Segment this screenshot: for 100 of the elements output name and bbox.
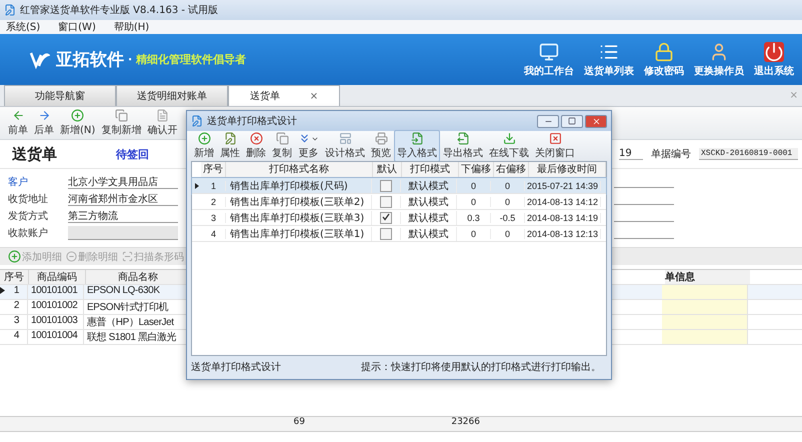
separator-dot: · <box>128 53 132 66</box>
banner-button[interactable]: 更换操作员 <box>692 42 746 78</box>
banner-button[interactable]: 退出系统 <box>752 42 796 78</box>
copy-icon <box>114 109 128 122</box>
toolbar-button[interactable]: 后单 <box>32 109 56 137</box>
plus-icon <box>8 250 21 263</box>
column-header: 商品编码 <box>29 270 86 284</box>
toolbar-button[interactable]: 前单 <box>6 109 30 137</box>
column-header: 序号 <box>0 270 29 284</box>
input-field[interactable] <box>68 226 178 240</box>
input-field[interactable]: 第三方物流 <box>68 208 178 222</box>
layout-icon <box>338 132 352 145</box>
date-field[interactable]: 19 <box>619 148 643 160</box>
document-title: 送货单 <box>12 144 58 164</box>
lock-icon <box>654 42 674 62</box>
scan-icon <box>122 251 133 262</box>
banner-button[interactable]: 修改密码 <box>642 42 686 78</box>
field-link[interactable]: 客户 <box>8 174 68 188</box>
delete-icon <box>250 132 262 145</box>
table-cell: 0.3 <box>457 212 491 222</box>
toolbar-button[interactable]: 在线下载 <box>486 130 532 162</box>
table-cell: 2014-08-13 14:12 <box>525 196 601 206</box>
table-cell: 2 <box>202 196 226 206</box>
row-pointer-icon <box>0 287 5 294</box>
banner-button[interactable]: 我的工作台 <box>522 42 576 78</box>
right-arrow-icon <box>38 109 50 122</box>
table-cell[interactable]: 销售出库单打印模板(三联单3) <box>226 210 372 224</box>
table-cell[interactable]: 销售出库单打印模板(三联单1) <box>226 226 372 240</box>
table-cell: 4 <box>202 228 226 238</box>
app-icon <box>191 115 203 127</box>
toolbar-button[interactable]: 属性 <box>217 130 243 162</box>
toolbar-button[interactable]: 关闭窗口 <box>532 130 578 162</box>
toolbar-button[interactable]: 删除 <box>243 130 269 162</box>
table-cell: 2015-07-21 14:39 <box>525 180 601 190</box>
toolbar-button[interactable]: 预览 <box>368 130 394 162</box>
slogan: 精细化管理软件倡导者 <box>136 52 246 67</box>
toolbar-button[interactable]: 确认开 <box>145 109 180 137</box>
power-icon <box>764 42 784 62</box>
edit-icon <box>224 132 236 145</box>
window-title: 红管家送货单软件专业版 V8.4.163 - 试用版 <box>20 4 218 17</box>
column-header: 单信息 <box>665 270 750 284</box>
toolbar-button[interactable]: 导出格式 <box>440 130 486 162</box>
file-export-icon <box>456 132 470 145</box>
column-header: 默认 <box>373 162 402 177</box>
table-cell[interactable]: 销售出库单打印模板(尺码) <box>226 178 372 192</box>
table-cell: 2 <box>6 300 28 314</box>
close-button[interactable] <box>585 114 607 128</box>
column-header: 下偏移 <box>459 162 494 177</box>
table-cell: 1 <box>6 285 28 299</box>
table-cell: 默认模式 <box>401 210 457 224</box>
table-cell: 100101002 <box>28 300 84 314</box>
tab[interactable]: 功能导航窗 <box>4 85 116 106</box>
number-field[interactable]: XSCKD-20160819-0001 <box>699 148 798 160</box>
column-header: 右偏移 <box>494 162 529 177</box>
maximize-button[interactable] <box>561 114 583 128</box>
toolbar-button[interactable]: 新增 <box>191 130 217 162</box>
checkbox[interactable] <box>380 180 392 192</box>
table-cell: 0 <box>457 196 491 206</box>
monitor-icon <box>539 42 559 62</box>
copy-icon <box>276 132 288 145</box>
toolbar-button[interactable]: 设计格式 <box>322 130 368 162</box>
table-cell: 3 <box>202 212 226 222</box>
checkbox[interactable] <box>380 212 392 224</box>
table-cell[interactable]: 销售出库单打印模板(三联单2) <box>226 194 372 208</box>
printer-icon <box>374 132 388 145</box>
menu-item[interactable]: 帮助(H) <box>114 20 150 34</box>
field-label: 单据编号 <box>651 148 691 161</box>
download-icon <box>502 132 516 145</box>
toolbar-button[interactable]: 复制 <box>269 130 295 162</box>
left-arrow-icon <box>12 109 24 122</box>
minimize-button[interactable] <box>537 114 559 128</box>
field-label: 收货地址 <box>8 192 49 206</box>
close-icon <box>548 132 562 145</box>
column-header: 序号 <box>201 162 226 177</box>
status-text: 送货单打印格式设计 <box>191 360 282 374</box>
toolbar-button[interactable]: 更多 <box>295 130 322 162</box>
toolbar-button[interactable]: 导入格式 <box>394 130 440 162</box>
status-label: 待签回 <box>116 146 149 162</box>
banner-button[interactable]: 送货单列表 <box>582 42 636 78</box>
input-field[interactable]: 河南省郑州市金水区 <box>68 192 178 206</box>
column-header: 打印格式名称 <box>226 162 373 177</box>
file-import-icon <box>410 132 424 145</box>
table-cell: 默认模式 <box>401 226 457 240</box>
menu-item[interactable]: 窗口(W) <box>58 20 96 34</box>
checkbox[interactable] <box>380 196 392 208</box>
toolbar-button[interactable]: 新增(N) <box>58 109 98 137</box>
table-cell: 默认模式 <box>401 194 457 208</box>
column-header: 最后修改时间 <box>529 162 606 177</box>
table-cell: -0.5 <box>491 212 525 222</box>
tab[interactable]: 送货单 × <box>228 85 340 106</box>
toolbar-button[interactable]: 复制新增 <box>99 109 144 137</box>
input-field[interactable]: 北京小学文具用品店 <box>68 174 178 188</box>
menu-item[interactable]: 系统(S) <box>6 20 40 34</box>
total-cell-text: 69 <box>292 417 305 429</box>
checkbox[interactable] <box>380 228 392 240</box>
table-cell: 0 <box>457 228 491 238</box>
tab-close-icon[interactable]: × <box>310 90 318 102</box>
row-pointer-icon <box>195 182 199 188</box>
tab[interactable]: 送货明细对账单 <box>116 85 228 106</box>
table-cell: 4 <box>6 330 28 344</box>
